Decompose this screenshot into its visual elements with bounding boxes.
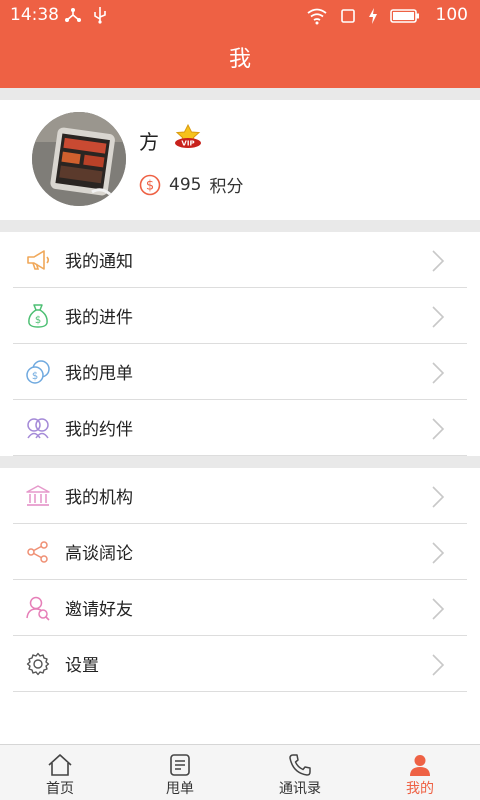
- menu-item-invite[interactable]: 邀请好友: [13, 580, 467, 636]
- chevron-right-icon: [432, 486, 445, 508]
- battery-icon: [390, 9, 419, 23]
- chevron-right-icon: [432, 362, 445, 384]
- chevron-right-icon: [432, 418, 445, 440]
- tab-label: 通讯录: [279, 781, 321, 797]
- vip-badge-icon: VIP: [175, 124, 201, 148]
- section-gap: [0, 88, 480, 100]
- menu-group-1: 我的通知 $ 我的进件 $ 我的甩单 我的约伴: [0, 232, 480, 456]
- invite-friend-icon: [25, 595, 51, 621]
- institution-icon: [25, 483, 51, 509]
- user-name: 方: [139, 130, 159, 154]
- points-value: 495: [169, 174, 202, 195]
- menu-item-label: 设置: [65, 656, 99, 676]
- menu-item-discussion[interactable]: 高谈阔论: [13, 524, 467, 580]
- svg-text:VIP: VIP: [181, 140, 194, 148]
- gear-icon: [25, 651, 51, 677]
- menu-item-settings[interactable]: 设置: [13, 636, 467, 692]
- status-system-icons: [306, 7, 420, 25]
- tab-orders[interactable]: 甩单: [120, 745, 240, 800]
- money-bag-icon: $: [25, 303, 51, 329]
- svg-text:$: $: [32, 371, 38, 382]
- chevron-right-icon: [432, 542, 445, 564]
- phone-icon: [289, 754, 311, 776]
- order-icon: [170, 754, 190, 776]
- status-bar: 14:38 100: [0, 0, 480, 32]
- wifi-icon: [307, 8, 327, 25]
- tab-label: 甩单: [166, 781, 194, 797]
- menu-item-submissions[interactable]: $ 我的进件: [13, 288, 467, 344]
- battery-level: 100: [435, 5, 468, 25]
- bottom-tab-bar: 首页 甩单 通讯录 我的: [0, 744, 480, 800]
- tab-label: 首页: [46, 781, 74, 797]
- status-notification-icons: [64, 6, 108, 24]
- title-bar: 我: [0, 32, 480, 88]
- points-row: $ 495 积分: [139, 172, 243, 197]
- charging-icon: [369, 8, 377, 24]
- chevron-right-icon: [432, 250, 445, 272]
- svg-text:$: $: [35, 315, 41, 326]
- menu-item-label: 邀请好友: [65, 600, 133, 620]
- page-title: 我: [228, 47, 251, 72]
- companions-icon: [25, 415, 51, 441]
- menu-item-companions[interactable]: 我的约伴: [13, 400, 467, 456]
- menu-item-label: 我的约伴: [65, 420, 133, 440]
- chevron-right-icon: [432, 598, 445, 620]
- tab-home[interactable]: 首页: [0, 745, 120, 800]
- share-icon: [25, 539, 51, 565]
- coins-icon: $: [25, 359, 51, 385]
- dollar-coin-icon: $: [139, 174, 161, 195]
- avatar[interactable]: [32, 112, 126, 206]
- svg-text:$: $: [146, 178, 154, 193]
- no-sim-icon: [341, 9, 355, 23]
- chevron-right-icon: [432, 306, 445, 328]
- tab-label: 我的: [406, 781, 434, 797]
- megaphone-icon: [25, 247, 51, 273]
- menu-item-orders[interactable]: $ 我的甩单: [13, 344, 467, 400]
- menu-item-label: 我的通知: [65, 252, 133, 272]
- menu-item-label: 高谈阔论: [65, 544, 133, 564]
- menu-item-institution[interactable]: 我的机构: [13, 468, 467, 524]
- share-status-icon: [65, 8, 81, 22]
- profile-card[interactable]: 方 VIP $ 495 积分: [0, 100, 480, 220]
- menu-item-notifications[interactable]: 我的通知: [13, 232, 467, 288]
- home-icon: [48, 754, 72, 776]
- menu-item-label: 我的甩单: [65, 364, 133, 384]
- menu-group-2: 我的机构 高谈阔论 邀请好友 设置: [0, 468, 480, 692]
- points-unit: 积分: [209, 177, 244, 197]
- menu-item-label: 我的机构: [65, 488, 133, 508]
- section-gap: [0, 220, 480, 232]
- tab-contacts[interactable]: 通讯录: [240, 745, 360, 800]
- section-gap: [0, 456, 480, 468]
- person-icon: [410, 755, 430, 776]
- menu-item-label: 我的进件: [65, 308, 133, 328]
- tab-mine[interactable]: 我的: [360, 745, 480, 800]
- status-time: 14:38: [10, 5, 59, 25]
- chevron-right-icon: [432, 654, 445, 676]
- usb-icon: [94, 7, 106, 24]
